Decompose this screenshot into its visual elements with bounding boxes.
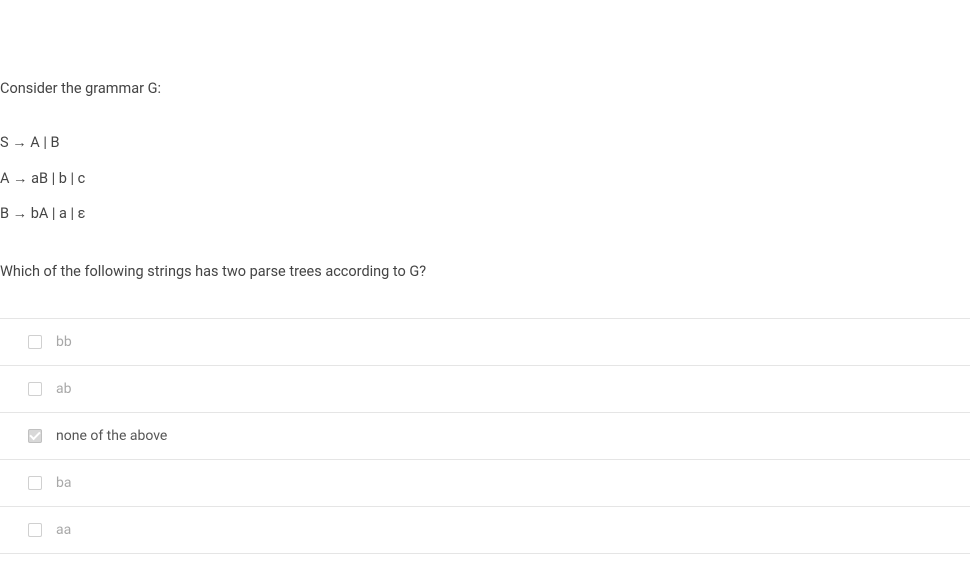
option-label: none of the above xyxy=(56,428,167,444)
checkbox-icon[interactable] xyxy=(28,523,42,537)
option-label: ab xyxy=(56,381,71,397)
options-list: bb ab none of the above ba aa xyxy=(0,318,970,554)
option-row[interactable]: ba xyxy=(0,460,970,507)
option-row[interactable]: none of the above xyxy=(0,413,970,460)
option-row[interactable]: ab xyxy=(0,366,970,413)
checkbox-icon[interactable] xyxy=(28,476,42,490)
grammar-rule: S → A | B xyxy=(0,132,970,154)
option-label: bb xyxy=(56,334,72,350)
grammar-rules: S → A | B A → aB | b | c B → bA | a | ε xyxy=(0,132,970,225)
option-row[interactable]: bb xyxy=(0,319,970,366)
checkbox-icon[interactable] xyxy=(28,335,42,349)
checkbox-icon[interactable] xyxy=(28,382,42,396)
grammar-rule: B → bA | a | ε xyxy=(0,203,970,225)
option-label: aa xyxy=(56,522,71,538)
option-label: ba xyxy=(56,475,71,491)
checkbox-checked-icon[interactable] xyxy=(28,429,42,443)
grammar-rule: A → aB | b | c xyxy=(0,168,970,190)
option-row[interactable]: aa xyxy=(0,507,970,554)
question-intro: Consider the grammar G: xyxy=(0,78,970,100)
question-followup: Which of the following strings has two p… xyxy=(0,263,970,280)
